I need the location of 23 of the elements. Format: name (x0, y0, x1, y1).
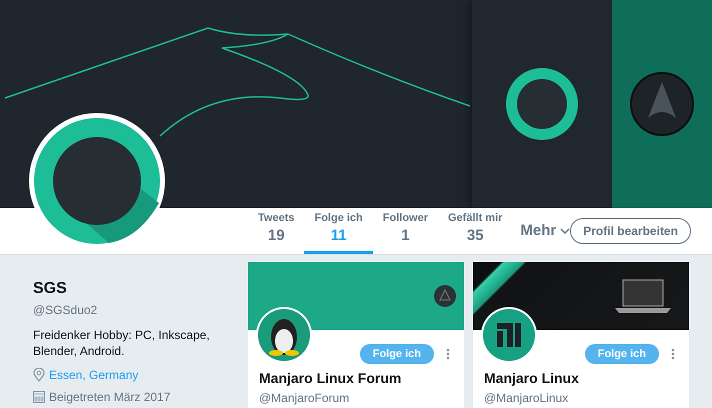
account-name: Manjaro Linux (484, 369, 580, 388)
more-options-icon (671, 348, 675, 360)
location-link[interactable]: Essen, Germany (49, 366, 138, 384)
stat-tab[interactable]: Tweets 19 (248, 208, 304, 254)
profile-bio: Freidenker Hobby: PC, Inkscape, Blender, Android. (33, 327, 211, 359)
calendar-icon (33, 391, 45, 403)
join-date: Beigetreten März 2017 (49, 389, 170, 406)
profile-name: SGS (33, 279, 68, 299)
stat-tab[interactable]: Gefällt mir 35 (438, 208, 512, 254)
account-name: Manjaro Linux Forum (259, 369, 402, 388)
location-pin-icon (33, 368, 45, 382)
laptop-icon (615, 278, 671, 314)
ring-logo-icon (506, 68, 578, 140)
account-handle: @ManjaroLinux (484, 390, 570, 407)
edit-profile-button[interactable]: Profil bearbeiten (570, 218, 691, 244)
stat-tab[interactable]: Folge ich 11 (304, 208, 373, 254)
account-handle: @ManjaroForum (259, 390, 350, 407)
chevron-down-icon (560, 228, 570, 234)
logo-icon (434, 285, 456, 307)
stat-tab[interactable]: Follower 1 (372, 208, 438, 254)
more-dropdown[interactable]: Mehr (520, 208, 570, 254)
more-options-icon (446, 348, 450, 360)
profile-handle: @SGSduo2 (33, 302, 98, 319)
